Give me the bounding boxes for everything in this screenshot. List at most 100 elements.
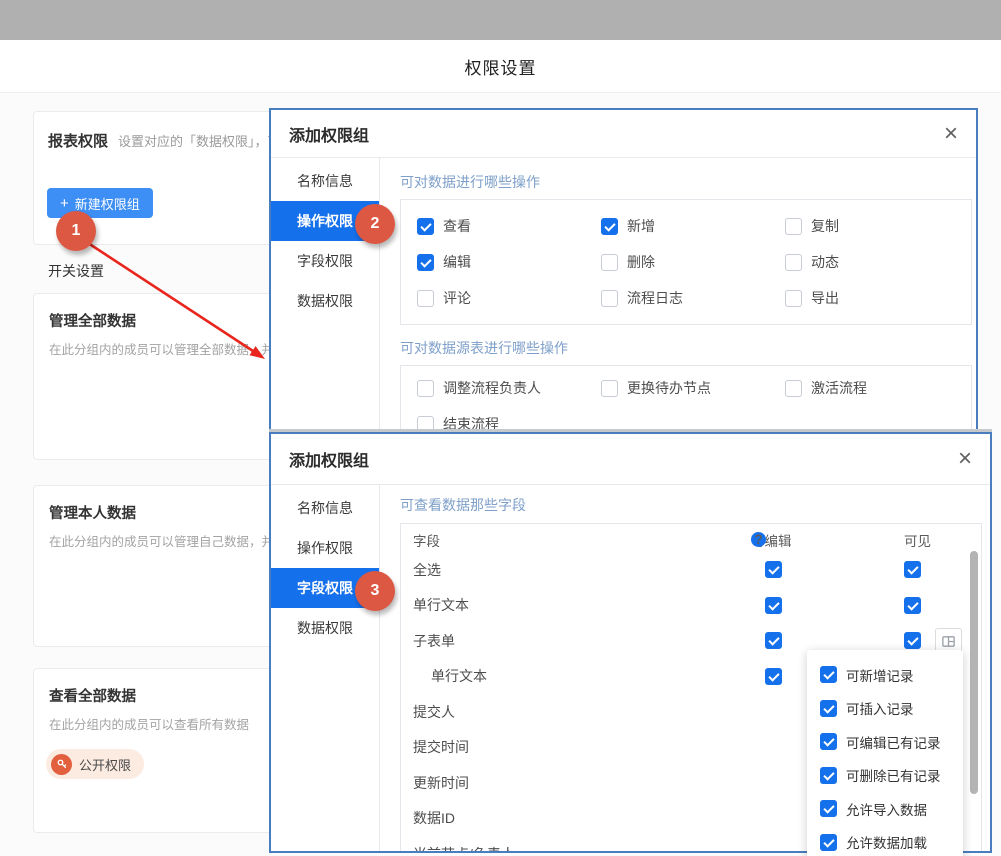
checkbox-unchecked-icon[interactable]: [417, 416, 434, 433]
switch-card-view-all: 查看全部数据 在此分组内的成员可以查看所有数据 公开权限: [33, 668, 283, 833]
permission-settings-page: 权限设置 报表权限 设置对应的「数据权限」，可 + 新建权限组 1 开关设置 管…: [0, 0, 1001, 856]
modal-body: 名称信息 操作权限 字段权限 数据权限 可对数据进行哪些操作 查看 新增 复制 …: [271, 158, 976, 430]
scrollbar[interactable]: [970, 551, 978, 794]
dropdown-option[interactable]: 允许数据加载: [820, 826, 963, 856]
checkbox-checked-icon[interactable]: [820, 733, 837, 750]
checkbox-unchecked-icon[interactable]: [417, 290, 434, 307]
field-section-label: 可查看数据那些字段: [400, 495, 982, 515]
close-icon[interactable]: ×: [944, 122, 958, 146]
subform-icon: [941, 634, 956, 649]
help-icon[interactable]: ?: [751, 532, 766, 547]
checkbox-option[interactable]: 结束流程: [417, 406, 601, 432]
table-header-row: 字段 可编辑 ? 可见: [401, 532, 981, 552]
checkbox-option[interactable]: 复制: [785, 208, 971, 244]
step-badge-2: 2: [355, 204, 395, 244]
checkbox-unchecked-icon[interactable]: [785, 218, 802, 235]
dropdown-option[interactable]: 可删除已有记录: [820, 759, 963, 793]
checkbox-checked-icon[interactable]: [601, 218, 618, 235]
checkbox-unchecked-icon[interactable]: [785, 290, 802, 307]
checkbox-unchecked-icon[interactable]: [601, 290, 618, 307]
checkbox-checked-icon[interactable]: [820, 834, 837, 851]
add-permission-group-modal-1: 添加权限组 × 名称信息 操作权限 字段权限 数据权限 可对数据进行哪些操作 查…: [269, 108, 978, 432]
checkbox-option[interactable]: 调整流程负责人: [417, 370, 601, 406]
plus-icon: +: [60, 196, 69, 211]
visible-checkbox-checked[interactable]: [904, 597, 921, 614]
checkbox-unchecked-icon[interactable]: [417, 380, 434, 397]
top-gray-bar: [0, 0, 1001, 40]
modal-header: 添加权限组 ×: [271, 110, 976, 158]
modal-title: 添加权限组: [289, 447, 369, 471]
modal-header: 添加权限组 ×: [271, 434, 990, 485]
checkbox-checked-icon[interactable]: [417, 254, 434, 271]
editable-checkbox-checked[interactable]: [765, 668, 782, 685]
dropdown-option[interactable]: 可插入记录: [820, 692, 963, 726]
checkbox-option[interactable]: 编辑: [417, 244, 601, 280]
key-icon: [51, 754, 72, 775]
checkbox-checked-icon[interactable]: [820, 767, 837, 784]
data-ops-box: 查看 新增 复制 编辑 删除 动态 评论 流程日志 导出: [400, 199, 972, 325]
subform-options-dropdown: 可新增记录 可插入记录 可编辑已有记录 可删除已有记录 允许导入数据 允许数据加…: [807, 650, 963, 856]
tab-data-permission[interactable]: 数据权限: [271, 281, 379, 321]
new-permission-group-button[interactable]: + 新建权限组: [47, 188, 153, 218]
modal-sidebar: 名称信息 操作权限 字段权限 数据权限: [271, 485, 380, 851]
switch-card-manage-all: 管理全部数据 在此分组内的成员可以管理全部数据，并拥: [33, 293, 283, 460]
close-icon[interactable]: ×: [958, 447, 972, 471]
checkbox-unchecked-icon[interactable]: [601, 254, 618, 271]
modal-content: 可对数据进行哪些操作 查看 新增 复制 编辑 删除 动态 评论 流程日志 导出 …: [380, 158, 976, 430]
page-title: 权限设置: [465, 54, 537, 79]
switch-settings-label: 开关设置: [48, 261, 104, 281]
table-row: 单行文本: [401, 588, 981, 624]
public-permission-label: 公开权限: [79, 755, 131, 774]
step-badge-3: 3: [355, 571, 395, 611]
card-description: 在此分组内的成员可以管理自己数据，并拥: [49, 531, 282, 550]
new-permission-group-label: 新建权限组: [75, 194, 140, 213]
checkbox-checked-icon[interactable]: [820, 666, 837, 683]
card-title: 查看全部数据: [49, 685, 282, 706]
tab-field-permission[interactable]: 字段权限: [271, 241, 379, 281]
column-header-field: 字段: [413, 532, 440, 552]
checkbox-option[interactable]: 删除: [601, 244, 785, 280]
checkbox-option[interactable]: 评论: [417, 280, 601, 316]
checkbox-option[interactable]: 激活流程: [785, 370, 971, 406]
checkbox-checked-icon[interactable]: [417, 218, 434, 235]
modal-title: 添加权限组: [289, 122, 369, 146]
checkbox-unchecked-icon[interactable]: [785, 380, 802, 397]
checkbox-option[interactable]: 查看: [417, 208, 601, 244]
checkbox-option[interactable]: 动态: [785, 244, 971, 280]
modal-sidebar: 名称信息 操作权限 字段权限 数据权限: [271, 158, 380, 430]
report-card-header: 报表权限 设置对应的「数据权限」，可: [48, 130, 282, 151]
dropdown-option[interactable]: 允许导入数据: [820, 792, 963, 826]
switch-card-manage-own: 管理本人数据 在此分组内的成员可以管理自己数据，并拥: [33, 485, 283, 647]
checkbox-checked-icon[interactable]: [820, 800, 837, 817]
checkbox-unchecked-icon[interactable]: [785, 254, 802, 271]
card-description: 在此分组内的成员可以查看所有数据: [49, 714, 282, 733]
step-badge-1: 1: [56, 211, 96, 251]
tab-name-info[interactable]: 名称信息: [271, 161, 379, 201]
column-header-visible: 可见: [904, 532, 931, 552]
report-card-title: 报表权限: [48, 130, 108, 151]
checkbox-option[interactable]: 流程日志: [601, 280, 785, 316]
card-description: 在此分组内的成员可以管理全部数据，并拥: [49, 339, 282, 358]
checkbox-checked-icon[interactable]: [820, 700, 837, 717]
checkbox-option[interactable]: 导出: [785, 280, 971, 316]
tab-name-info[interactable]: 名称信息: [271, 488, 379, 528]
public-permission-tag: 公开权限: [46, 749, 144, 779]
visible-checkbox-checked[interactable]: [904, 561, 921, 578]
tab-operation-permission[interactable]: 操作权限: [271, 528, 379, 568]
card-title: 管理本人数据: [49, 502, 282, 523]
dropdown-option[interactable]: 可编辑已有记录: [820, 725, 963, 759]
visible-checkbox-checked[interactable]: [904, 632, 921, 649]
checkbox-unchecked-icon[interactable]: [601, 380, 618, 397]
data-ops-section-label: 可对数据进行哪些操作: [400, 172, 972, 192]
dropdown-option[interactable]: 可新增记录: [820, 658, 963, 692]
source-ops-box: 调整流程负责人 更换待办节点 激活流程 结束流程: [400, 365, 972, 432]
tab-data-permission[interactable]: 数据权限: [271, 608, 379, 648]
title-bar: 权限设置: [0, 40, 1001, 93]
table-row: 全选: [401, 552, 981, 588]
checkbox-option[interactable]: 新增: [601, 208, 785, 244]
editable-checkbox-checked[interactable]: [765, 632, 782, 649]
card-title: 管理全部数据: [49, 310, 282, 331]
checkbox-option[interactable]: 更换待办节点: [601, 370, 785, 406]
editable-checkbox-checked[interactable]: [765, 597, 782, 614]
editable-checkbox-checked[interactable]: [765, 561, 782, 578]
